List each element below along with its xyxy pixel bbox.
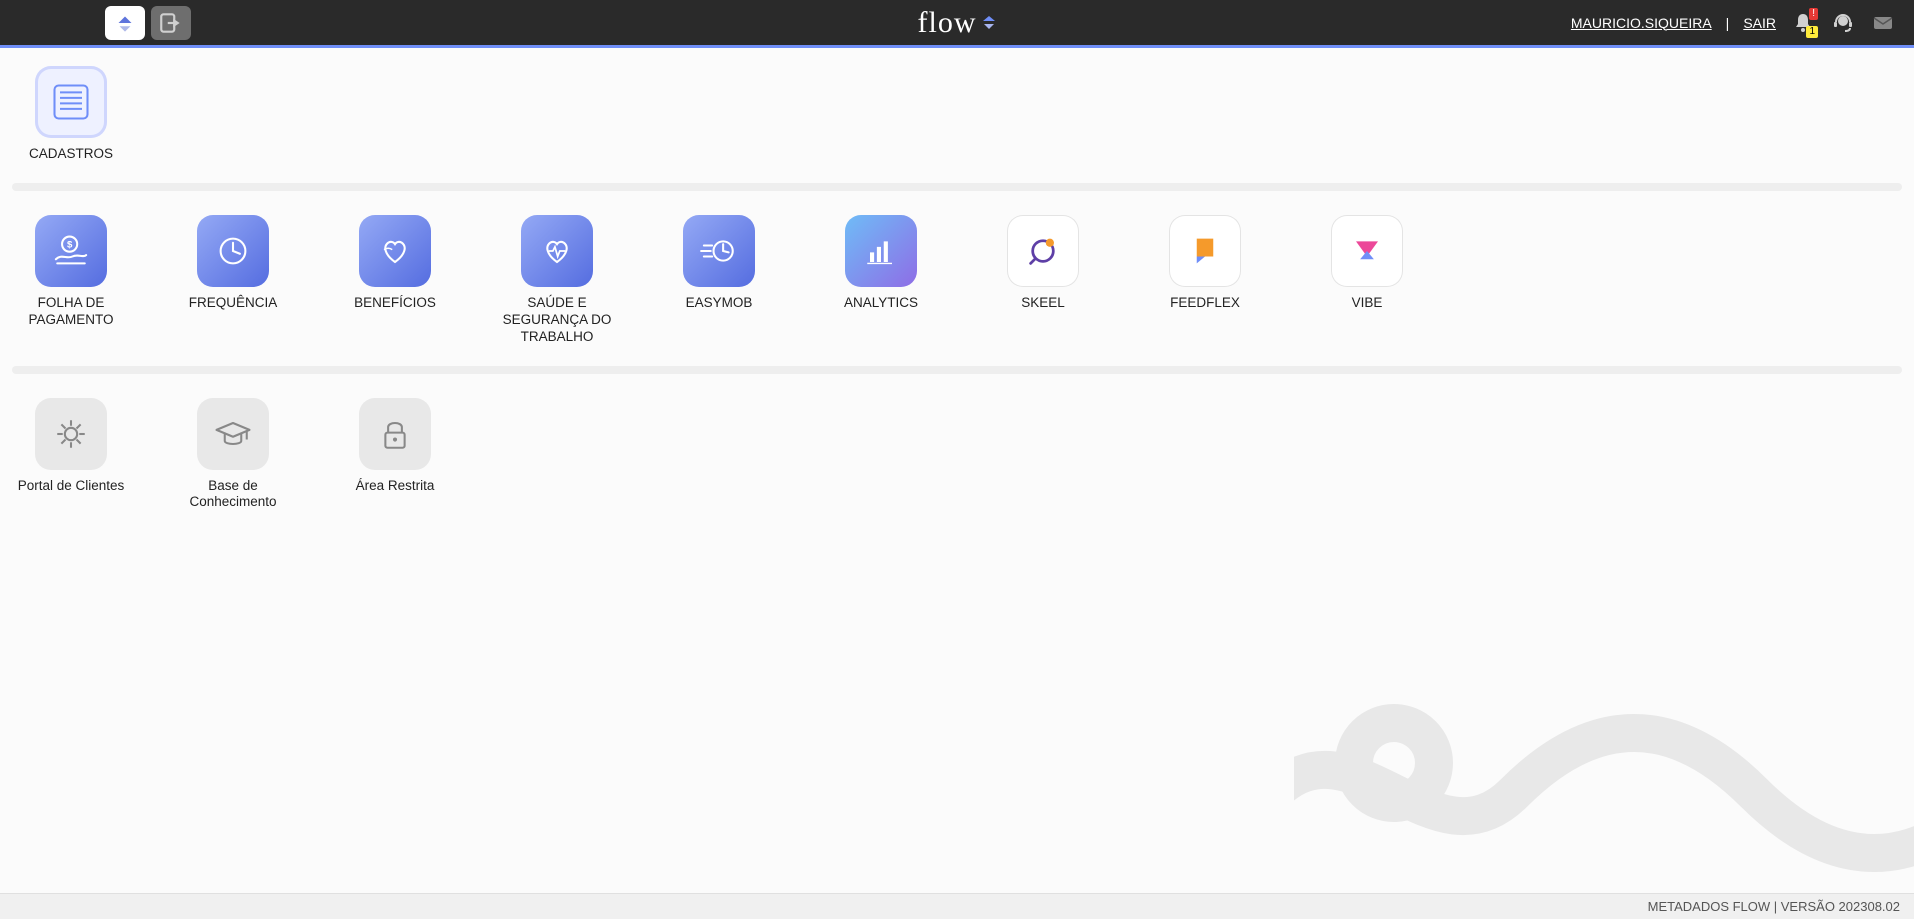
brand-mark-icon [981, 15, 997, 31]
app-tile-label: Base de Conhecimento [178, 478, 288, 512]
headset-icon [1831, 11, 1855, 35]
app-tile-beneficios[interactable]: BENEFÍCIOS [340, 215, 450, 346]
user-separator: | [1726, 15, 1730, 31]
app-tile-label: FREQUÊNCIA [189, 295, 278, 312]
support-button[interactable] [1830, 10, 1856, 36]
section-divider [12, 366, 1902, 374]
app-tile-label: VIBE [1352, 295, 1383, 312]
app-tile-label: SKEEL [1021, 295, 1065, 312]
app-tile-label: FOLHA DE PAGAMENTO [16, 295, 126, 329]
clock-motion-icon [683, 215, 755, 287]
app-tile-label: Área Restrita [356, 478, 435, 495]
skeel-icon [1007, 215, 1079, 287]
section-apps: FOLHA DE PAGAMENTO FREQUÊNCIA BENEFÍCIOS SA… [12, 215, 1902, 346]
lock-icon [359, 398, 431, 470]
logout-link[interactable]: SAIR [1743, 15, 1776, 31]
footer-version-text: METADADOS FLOW | VERSÃO 202308.02 [1648, 899, 1900, 914]
section-cadastros: CADASTROS [12, 66, 1902, 163]
notif-alert-badge: ! [1809, 8, 1818, 20]
topbar-right: MAURICIO.SIQUEIRA | SAIR ! 1 [1571, 10, 1914, 36]
heart-pulse-icon [521, 215, 593, 287]
home-logo-button[interactable] [105, 6, 145, 40]
notif-count-badge: 1 [1806, 26, 1818, 38]
exit-icon [158, 10, 184, 36]
app-tile-vibe[interactable]: VIBE [1312, 215, 1422, 346]
messages-button[interactable] [1870, 10, 1896, 36]
app-tile-saude[interactable]: SAÚDE E SEGURANÇA DO TRABALHO [502, 215, 612, 346]
app-tile-skeel[interactable]: SKEEL [988, 215, 1098, 346]
app-tile-label: SAÚDE E SEGURANÇA DO TRABALHO [502, 295, 612, 346]
content-area: CADASTROS FOLHA DE PAGAMENTO FREQUÊNCIA BE… [0, 48, 1914, 893]
app-tile-area-restrita[interactable]: Área Restrita [340, 398, 450, 512]
app-tile-feedflex[interactable]: FEEDFLEX [1150, 215, 1260, 346]
app-tile-label: EASYMOB [686, 295, 753, 312]
gear-icon [35, 398, 107, 470]
app-tile-folha[interactable]: FOLHA DE PAGAMENTO [16, 215, 126, 346]
app-tile-label: ANALYTICS [844, 295, 918, 312]
vibe-icon [1331, 215, 1403, 287]
app-tile-base-conhecimento[interactable]: Base de Conhecimento [178, 398, 288, 512]
clock-icon [197, 215, 269, 287]
app-tile-portal-clientes[interactable]: Portal de Clientes [16, 398, 126, 512]
bar-chart-icon [845, 215, 917, 287]
envelope-icon [1871, 11, 1895, 35]
brand-text: flow [918, 6, 977, 40]
app-tile-easymob[interactable]: EASYMOB [664, 215, 774, 346]
heart-care-icon [359, 215, 431, 287]
section-links: Portal de Clientes Base de Conhecimento Ár… [12, 398, 1902, 512]
app-root: flow MAURICIO.SIQUEIRA | SAIR ! 1 [0, 0, 1914, 919]
app-tile-cadastros[interactable]: CADASTROS [16, 66, 126, 163]
money-hand-icon [35, 215, 107, 287]
footer: METADADOS FLOW | VERSÃO 202308.02 [0, 893, 1914, 919]
app-tile-frequencia[interactable]: FREQUÊNCIA [178, 215, 288, 346]
exit-button[interactable] [151, 6, 191, 40]
brand-logo: flow [918, 6, 997, 40]
topbar-left [0, 6, 191, 40]
app-tile-label: BENEFÍCIOS [354, 295, 436, 312]
notifications-button[interactable]: ! 1 [1790, 10, 1816, 36]
app-tile-label: Portal de Clientes [18, 478, 125, 495]
home-triangle-icon [112, 10, 138, 36]
feedflex-icon [1169, 215, 1241, 287]
topbar: flow MAURICIO.SIQUEIRA | SAIR ! 1 [0, 0, 1914, 48]
app-tile-label: CADASTROS [29, 146, 113, 163]
user-link[interactable]: MAURICIO.SIQUEIRA [1571, 15, 1712, 31]
grad-cap-icon [197, 398, 269, 470]
list-lines-icon [35, 66, 107, 138]
app-tile-analytics[interactable]: ANALYTICS [826, 215, 936, 346]
app-tile-label: FEEDFLEX [1170, 295, 1240, 312]
section-divider [12, 183, 1902, 191]
